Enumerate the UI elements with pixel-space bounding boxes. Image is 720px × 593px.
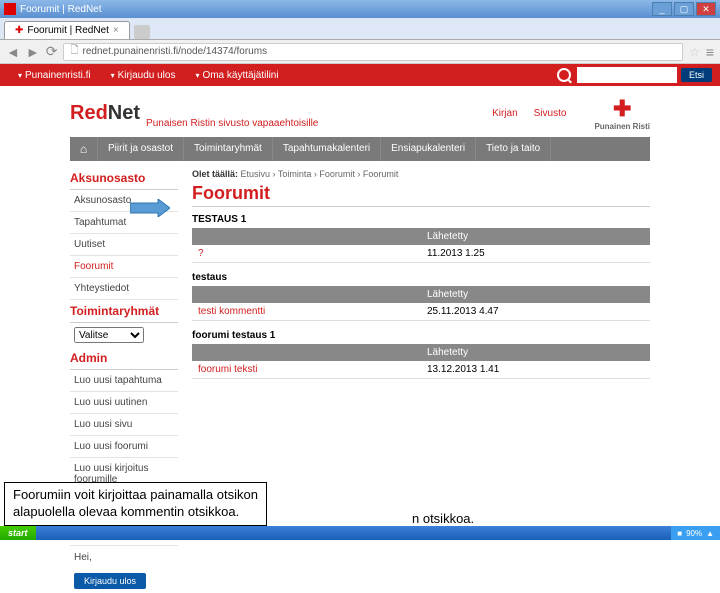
- table-row[interactable]: ?11.2013 1.25: [192, 245, 650, 263]
- window-titlebar: Foorumit | RedNet _ ▢ ✕: [0, 0, 720, 18]
- nav-tieto[interactable]: Tieto ja taito: [476, 137, 551, 161]
- forum-title-2[interactable]: testaus: [192, 269, 650, 286]
- topbar-link-punainenristi[interactable]: Punainenristi.fi: [8, 70, 101, 81]
- header-link-2[interactable]: Sivusto: [534, 108, 567, 119]
- tab-close-icon[interactable]: ×: [113, 25, 119, 36]
- col-sent: Lähetetty: [421, 228, 650, 245]
- annotation-caption-tail: n otsikkoa.: [412, 511, 474, 526]
- breadcrumb: Olet täällä: Etusivu › Toiminta › Foorum…: [192, 167, 650, 181]
- tab-favicon: ✚: [15, 25, 23, 36]
- nav-home-icon[interactable]: ⌂: [70, 137, 98, 161]
- nav-ensiapukalenteri[interactable]: Ensiapukalenteri: [381, 137, 476, 161]
- nav-tapahtumakalenteri[interactable]: Tapahtumakalenteri: [273, 137, 381, 161]
- site-tagline: Punaisen Ristin sivusto vapaaehtoisille: [146, 118, 318, 129]
- admin-new-event[interactable]: Luo uusi tapahtuma: [70, 370, 178, 392]
- topbar-link-logout[interactable]: Kirjaudu ulos: [101, 70, 186, 81]
- search-button[interactable]: Etsi: [681, 68, 712, 82]
- close-button[interactable]: ✕: [696, 2, 716, 16]
- main-nav: ⌂ Piirit ja osastot Toimintaryhmät Tapah…: [70, 137, 650, 161]
- annotation-arrow: [130, 199, 170, 217]
- minimize-button[interactable]: _: [652, 2, 672, 16]
- browser-toolbar: ◄ ► ⟳ 🗋 rednet.punainenristi.fi/node/143…: [0, 40, 720, 64]
- search-input[interactable]: [577, 67, 677, 83]
- back-button[interactable]: ◄: [6, 44, 20, 60]
- browser-tab[interactable]: ✚ Foorumit | RedNet ×: [4, 21, 130, 39]
- header-link-1[interactable]: Kirjan: [492, 108, 518, 119]
- annotation-caption: Foorumiin voit kirjoittaa painamalla ots…: [4, 482, 267, 526]
- site-header: RedNet Punaisen Ristin sivusto vapaaehto…: [70, 86, 650, 137]
- topbar-link-account[interactable]: Oma käyttäjätilini: [185, 70, 288, 81]
- forum-table-3: Lähetetty foorumi teksti13.12.2013 1.41: [192, 344, 650, 379]
- red-cross-logo: ✚Punainen Risti: [594, 96, 650, 131]
- url-text: rednet.punainenristi.fi/node/14374/forum…: [83, 46, 268, 57]
- col-sent: Lähetetty: [421, 344, 650, 361]
- table-row[interactable]: foorumi teksti13.12.2013 1.41: [192, 361, 650, 379]
- forum-table-1: Lähetetty ?11.2013 1.25: [192, 228, 650, 263]
- site-logo[interactable]: RedNet: [70, 102, 140, 125]
- admin-new-page[interactable]: Luo uusi sivu: [70, 414, 178, 436]
- sidebar-item-yhteystiedot[interactable]: Yhteystiedot: [70, 278, 178, 300]
- admin-new-news[interactable]: Luo uusi uutinen: [70, 392, 178, 414]
- forward-button[interactable]: ►: [26, 44, 40, 60]
- browser-tabs: ✚ Foorumit | RedNet ×: [0, 18, 720, 40]
- logout-button[interactable]: Kirjaudu ulos: [74, 573, 146, 589]
- forum-title-3[interactable]: foorumi testaus 1: [192, 327, 650, 344]
- sidebar-heading-admin: Admin: [70, 347, 178, 370]
- admin-new-forum[interactable]: Luo uusi foorumi: [70, 436, 178, 458]
- app-icon: [4, 3, 16, 15]
- sidebar-item-foorumit[interactable]: Foorumit: [70, 256, 178, 278]
- menu-icon[interactable]: ≡: [706, 44, 714, 60]
- table-row[interactable]: testi kommentti25.11.2013 4.47: [192, 303, 650, 321]
- nav-piirit[interactable]: Piirit ja osastot: [98, 137, 184, 161]
- site-topbar: Punainenristi.fi Kirjaudu ulos Oma käytt…: [0, 64, 720, 86]
- col-sent: Lähetetty: [421, 286, 650, 303]
- search-icon: [557, 68, 571, 82]
- tab-label: Foorumit | RedNet: [27, 25, 109, 36]
- forum-table-2: Lähetetty testi kommentti25.11.2013 4.47: [192, 286, 650, 321]
- forum-title-1[interactable]: TESTAUS 1: [192, 211, 650, 228]
- window-title: Foorumit | RedNet: [20, 4, 650, 15]
- system-tray[interactable]: ■90%▲: [671, 526, 720, 540]
- page-title: Foorumit: [192, 181, 650, 207]
- group-select[interactable]: Valitse: [74, 327, 144, 343]
- bookmark-icon[interactable]: ☆: [689, 45, 700, 59]
- os-taskbar: start ■90%▲: [0, 526, 720, 540]
- sidebar-heading-osasto: Aksunosasto: [70, 167, 178, 190]
- sidebar-heading-toimintaryhmat: Toimintaryhmät: [70, 300, 178, 323]
- nav-toimintaryhmat[interactable]: Toimintaryhmät: [184, 137, 273, 161]
- address-bar[interactable]: 🗋 rednet.punainenristi.fi/node/14374/for…: [63, 43, 683, 61]
- globe-icon: 🗋: [70, 43, 78, 60]
- reload-button[interactable]: ⟳: [46, 43, 58, 60]
- start-button[interactable]: start: [0, 526, 36, 540]
- greeting-text: Hei,: [70, 546, 178, 569]
- sidebar-item-uutiset[interactable]: Uutiset: [70, 234, 178, 256]
- maximize-button[interactable]: ▢: [674, 2, 694, 16]
- new-tab-button[interactable]: [134, 25, 150, 39]
